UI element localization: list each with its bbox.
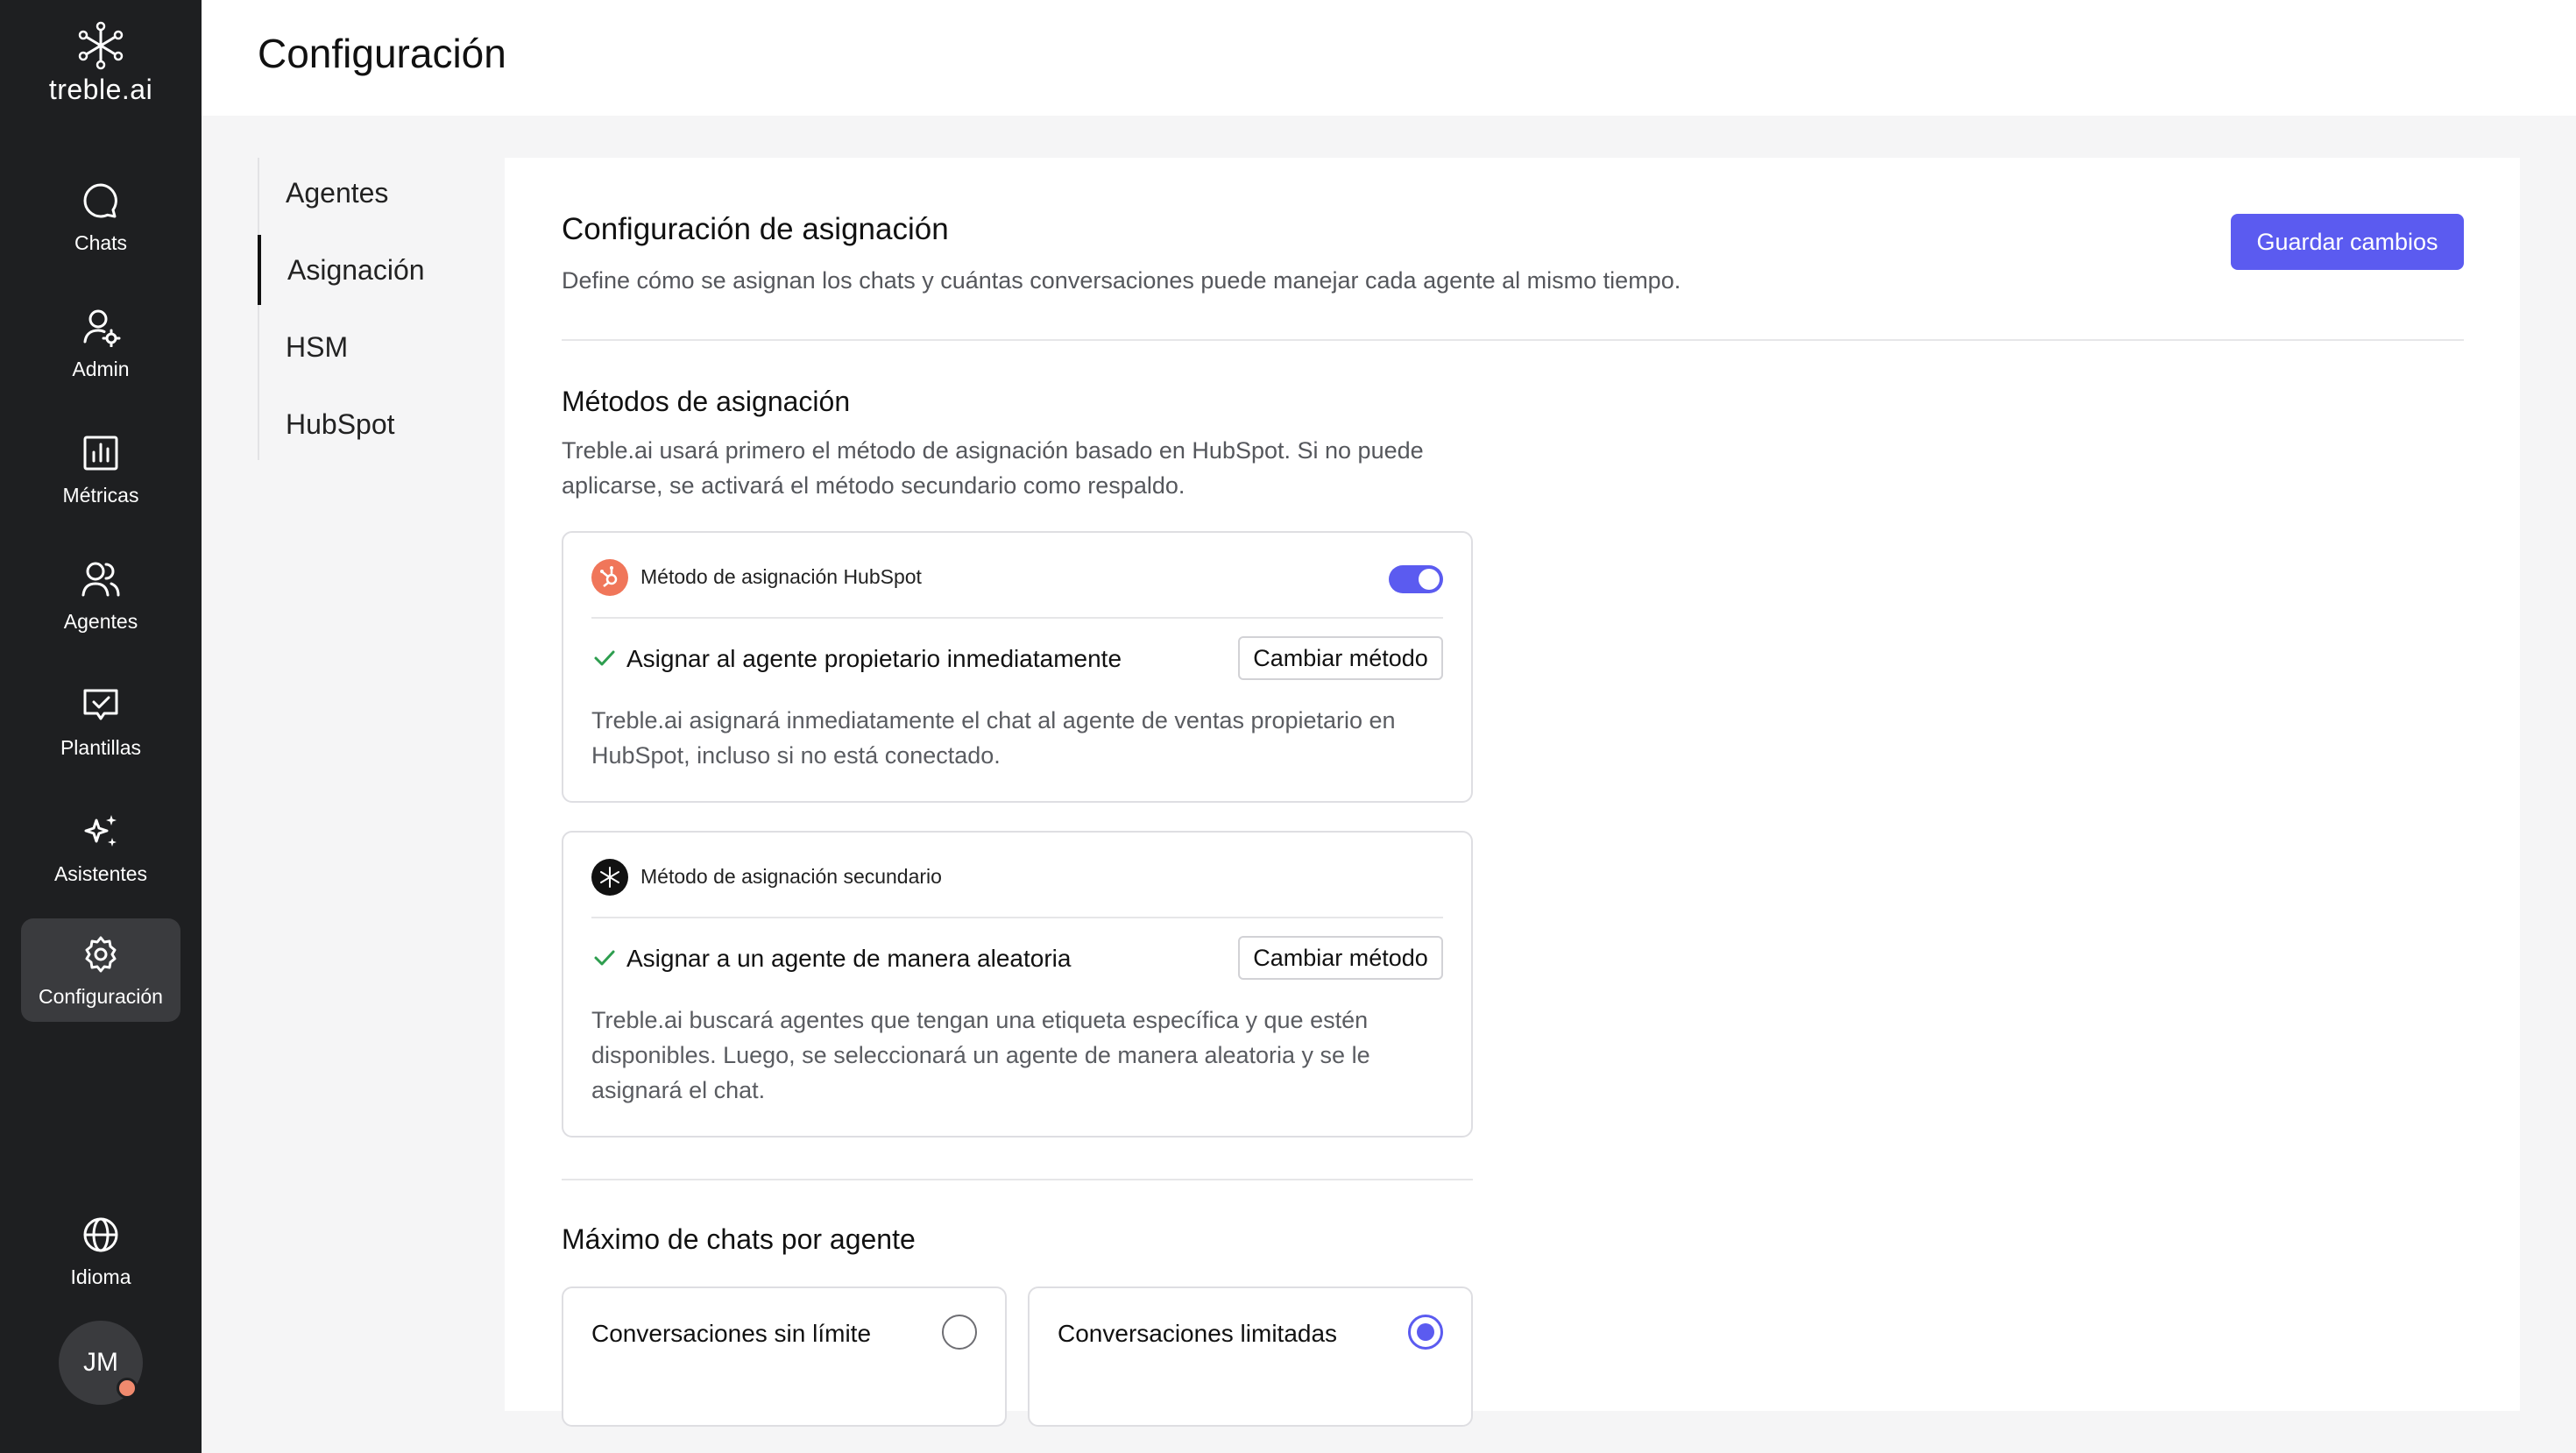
sidebar-item-metricas[interactable]: Métricas [21, 417, 180, 521]
hubspot-icon [591, 559, 628, 596]
sidebar-item-idioma[interactable]: Idioma [21, 1199, 180, 1302]
description-line: Treble.ai buscará agentes que tengan una… [591, 1007, 1369, 1033]
user-gear-icon [21, 307, 180, 349]
bar-chart-icon [21, 433, 180, 475]
users-icon [21, 559, 180, 601]
chat-bubble-icon [21, 181, 180, 223]
gear-icon [21, 934, 180, 976]
treble-logo-icon [78, 21, 124, 70]
assignment-title: Configuración de asignación [562, 212, 949, 246]
template-check-icon [21, 685, 180, 727]
description-line: disponibles. Luego, se seleccionará un a… [591, 1042, 1370, 1068]
hubspot-method-title: Método de asignación HubSpot [640, 565, 922, 588]
sidebar-item-configuracion[interactable]: Configuración [21, 918, 180, 1022]
check-icon [594, 950, 615, 966]
methods-description-line2: aplicarse, se activará el método secunda… [562, 472, 1185, 499]
description-line: asignará el chat. [591, 1077, 766, 1103]
secondary-method-title: Método de asignación secundario [640, 865, 942, 888]
change-method-button[interactable]: Cambiar método [1238, 936, 1443, 980]
change-method-button[interactable]: Cambiar método [1238, 636, 1443, 680]
description-line: HubSpot, incluso si no está conectado. [591, 742, 1001, 769]
sidebar-item-label: Admin [72, 358, 130, 380]
description-line: Treble.ai asignará inmediatamente el cha… [591, 707, 1396, 734]
sidebar-item-label: Configuración [39, 985, 163, 1008]
subnav-item-hubspot[interactable]: HubSpot [259, 389, 503, 459]
sidebar-item-asistentes[interactable]: Asistentes [21, 796, 180, 899]
brand-logo[interactable]: treble.ai [0, 21, 202, 106]
subnav-item-agentes[interactable]: Agentes [259, 158, 503, 228]
sidebar-item-agentes[interactable]: Agentes [21, 543, 180, 647]
sidebar-item-label: Asistentes [53, 862, 148, 885]
sidebar-item-admin[interactable]: Admin [21, 291, 180, 394]
sidebar-item-label: Plantillas [60, 736, 142, 759]
methods-title: Métodos de asignación [562, 386, 851, 417]
page-title: Configuración [258, 31, 506, 76]
settings-subnav: Agentes Asignación HSM HubSpot [258, 158, 503, 460]
page-header: Configuración [202, 0, 2576, 116]
secondary-method-choice: Asignar a un agente de manera aleatoria [626, 945, 1072, 972]
sidebar-item-label: Idioma [70, 1265, 131, 1288]
hubspot-method-card: Método de asignación HubSpot Asignar al … [562, 531, 1473, 803]
sidebar-item-label: Agentes [63, 610, 138, 633]
treble-icon [591, 859, 628, 896]
toggle-knob [1419, 569, 1440, 590]
option-unlimited-card[interactable]: Conversaciones sin límite [562, 1286, 1007, 1427]
sidebar-item-plantillas[interactable]: Plantillas [21, 670, 180, 773]
check-icon [594, 650, 615, 666]
secondary-method-card: Método de asignación secundario Asignar … [562, 831, 1473, 1138]
option-limited-label: Conversaciones limitadas [1058, 1320, 1338, 1347]
option-limited-radio[interactable] [1408, 1315, 1443, 1350]
divider [591, 617, 1443, 619]
status-dot [117, 1378, 138, 1399]
subnav-item-asignacion[interactable]: Asignación [258, 235, 501, 305]
option-limited-card[interactable]: Conversaciones limitadas [1028, 1286, 1473, 1427]
hubspot-method-toggle[interactable] [1389, 565, 1443, 593]
sidebar-item-chats[interactable]: Chats [21, 165, 180, 268]
save-button[interactable]: Guardar cambios [2231, 214, 2464, 270]
secondary-method-description: Treble.ai buscará agentes que tengan una… [591, 1003, 1450, 1108]
option-unlimited-radio[interactable] [942, 1315, 977, 1350]
hubspot-method-choice: Asignar al agente propietario inmediatam… [626, 645, 1122, 672]
subnav-item-hsm[interactable]: HSM [259, 312, 503, 382]
brand-name: treble.ai [48, 74, 153, 105]
methods-description-line1: Treble.ai usará primero el método de asi… [562, 437, 1424, 464]
sidebar-item-label: Chats [74, 231, 128, 254]
option-unlimited-label: Conversaciones sin límite [591, 1320, 872, 1347]
sidebar: treble.ai Chats Admin Métricas Agentes P… [0, 0, 202, 1453]
divider [591, 917, 1443, 918]
divider [562, 339, 2464, 341]
hubspot-method-description: Treble.ai asignará inmediatamente el cha… [591, 703, 1450, 773]
max-chats-title: Máximo de chats por agente [562, 1223, 916, 1255]
globe-icon [21, 1215, 180, 1257]
assignment-description: Define cómo se asignan los chats y cuánt… [562, 267, 1681, 294]
sidebar-item-label: Métricas [62, 484, 139, 507]
sparkles-icon [21, 812, 180, 854]
divider [562, 1179, 1473, 1180]
